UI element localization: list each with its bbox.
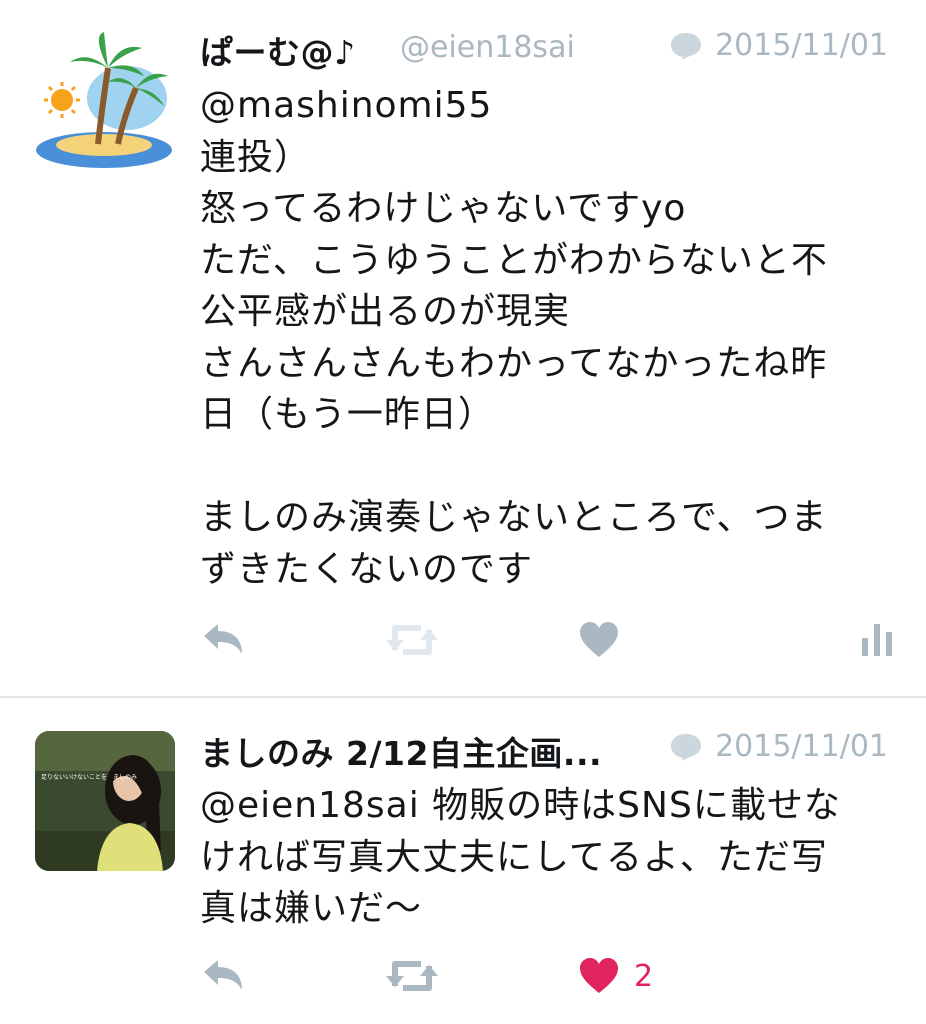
tweet[interactable]: ぱーむ@♪ @eien18sai 2015/11/01 @mashinomi55…: [0, 0, 926, 697]
username[interactable]: @eien18sai: [400, 30, 575, 65]
avatar-caption: 足りないいけないことを ましのみ: [41, 774, 137, 781]
user-photo: 足りないいけないことを ましのみ: [35, 731, 175, 871]
speech-bubble-icon: [671, 733, 702, 761]
retweet-button[interactable]: [385, 620, 439, 660]
tweet-header: ぱーむ@♪ @eien18sai 2015/11/01: [200, 26, 888, 72]
tweet-text: @eien18sai 物販の時はSNSに載せな ければ写真大丈夫にしてるよ、ただ…: [200, 785, 841, 929]
retweet-icon: [386, 625, 438, 655]
display-name[interactable]: ましのみ 2/12自主企画...: [200, 727, 602, 775]
display-name[interactable]: ぱーむ@♪: [200, 26, 356, 74]
like-button[interactable]: 2: [578, 956, 653, 996]
retweet-icon: [386, 961, 438, 991]
palm-island-icon: [32, 28, 172, 168]
tweet-actions: [200, 620, 900, 664]
retweet-button[interactable]: [385, 956, 439, 996]
tweet-actions: 2: [200, 956, 900, 1000]
reply-icon: [204, 960, 242, 990]
like-button[interactable]: [578, 620, 634, 660]
tweet-text: @mashinomi55 連投） 怒ってるわけじゃないですyo ただ、こうゆうこ…: [200, 85, 828, 590]
timestamp[interactable]: 2015/11/01: [715, 28, 888, 63]
tweet-header: ましのみ 2/12自主企画... 2015/11/01: [200, 727, 888, 773]
reply-icon: [204, 624, 242, 654]
timeline: ぱーむ@♪ @eien18sai 2015/11/01 @mashinomi55…: [0, 0, 926, 1024]
analytics-icon: [862, 624, 892, 656]
heart-icon: [580, 622, 618, 657]
avatar[interactable]: [32, 28, 172, 168]
like-count: 2: [634, 958, 654, 994]
heart-icon: [580, 958, 618, 993]
tweet[interactable]: 足りないいけないことを ましのみ ましのみ 2/12自主企画... 2015/1…: [0, 698, 926, 1024]
avatar[interactable]: 足りないいけないことを ましのみ: [35, 731, 175, 871]
timestamp[interactable]: 2015/11/01: [715, 729, 888, 764]
reply-button[interactable]: [200, 620, 246, 660]
analytics-button[interactable]: [860, 620, 896, 660]
speech-bubble-icon: [671, 32, 702, 60]
tweet-meta: 2015/11/01: [669, 729, 888, 764]
tweet-meta: 2015/11/01: [669, 28, 888, 63]
reply-button[interactable]: [200, 956, 246, 996]
